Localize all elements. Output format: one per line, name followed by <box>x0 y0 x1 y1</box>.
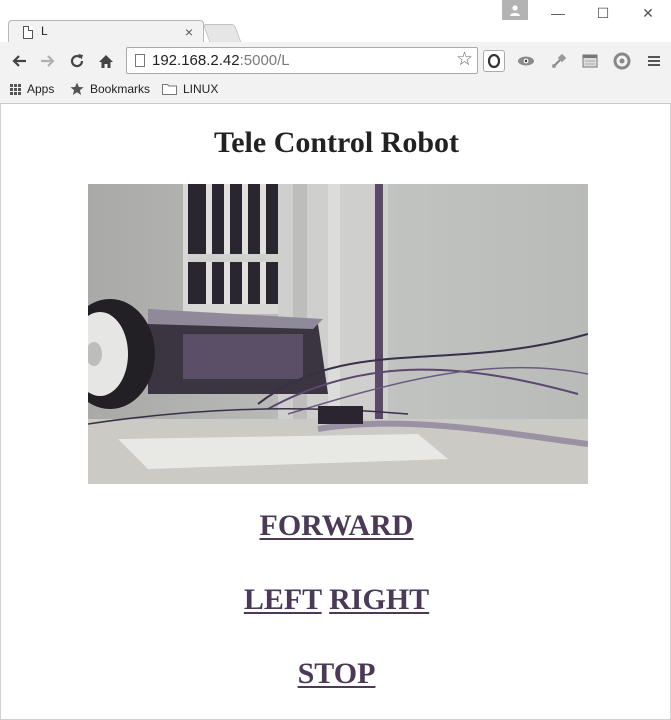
page-icon <box>135 54 145 67</box>
address-bar[interactable]: 192.168.2.42:5000/L ☆ <box>126 47 478 74</box>
eye-extension-icon[interactable] <box>515 50 537 72</box>
browser-chrome: L × — ☐ ✕ 192.168.2.42:5000/L ☆ Apps Boo… <box>0 0 671 104</box>
forward-arrow-icon <box>41 55 55 67</box>
url-text: 192.168.2.42:5000/L <box>152 52 290 69</box>
bookmark-folder-linux[interactable]: LINUX <box>162 82 218 96</box>
stop-control: STOP <box>1 657 671 691</box>
bookmarks-bar: Apps Bookmarks LINUX <box>0 78 671 103</box>
bookmark-star-icon[interactable]: ☆ <box>456 50 473 70</box>
left-link[interactable]: LEFT <box>244 583 322 616</box>
home-button[interactable] <box>95 50 117 72</box>
circle-extension-icon[interactable] <box>611 50 633 72</box>
person-icon <box>510 5 520 16</box>
folder-icon <box>162 84 177 95</box>
reload-button[interactable] <box>66 50 88 72</box>
video-frame <box>88 184 588 484</box>
back-button[interactable] <box>8 50 30 72</box>
forward-control: FORWARD <box>1 509 671 543</box>
browser-tab[interactable]: L × <box>8 20 204 44</box>
title-bar: L × — ☐ ✕ <box>0 0 671 44</box>
close-tab-icon[interactable]: × <box>185 23 193 41</box>
tab-title: L <box>41 24 48 38</box>
bookmark-bookmarks-label: Bookmarks <box>90 82 151 96</box>
new-tab-button[interactable] <box>202 24 242 42</box>
page-title: Tele Control Robot <box>213 126 459 159</box>
window-extension-icon[interactable] <box>579 50 601 72</box>
camera-video-feed <box>88 184 588 484</box>
minimize-button[interactable]: — <box>538 2 578 26</box>
forward-link[interactable]: FORWARD <box>260 509 414 542</box>
stop-link[interactable]: STOP <box>298 657 376 690</box>
web-page: Tele Control Robot FORWARD LEFT RIGHT ST… <box>0 104 671 720</box>
bookmark-bookmarks[interactable]: Bookmarks <box>70 82 150 96</box>
bookmark-apps-label: Apps <box>27 82 55 96</box>
profile-button[interactable] <box>502 0 528 20</box>
home-icon <box>99 54 113 68</box>
close-window-button[interactable]: ✕ <box>628 2 668 26</box>
forward-nav-button[interactable] <box>37 50 59 72</box>
bookmark-linux-label: LINUX <box>183 82 219 96</box>
bookmark-apps[interactable]: Apps <box>10 82 54 96</box>
opera-extension-icon[interactable] <box>483 50 505 72</box>
page-icon <box>23 26 33 39</box>
apps-grid-icon <box>10 83 21 95</box>
browser-toolbar: 192.168.2.42:5000/L ☆ <box>0 42 671 78</box>
reload-icon <box>70 54 84 68</box>
star-icon <box>70 82 84 95</box>
left-right-controls: LEFT RIGHT <box>1 583 671 617</box>
menu-icon[interactable] <box>643 50 665 72</box>
satellite-extension-icon[interactable] <box>548 50 570 72</box>
right-link[interactable]: RIGHT <box>329 583 429 616</box>
maximize-button[interactable]: ☐ <box>583 2 623 26</box>
back-arrow-icon <box>12 55 26 67</box>
